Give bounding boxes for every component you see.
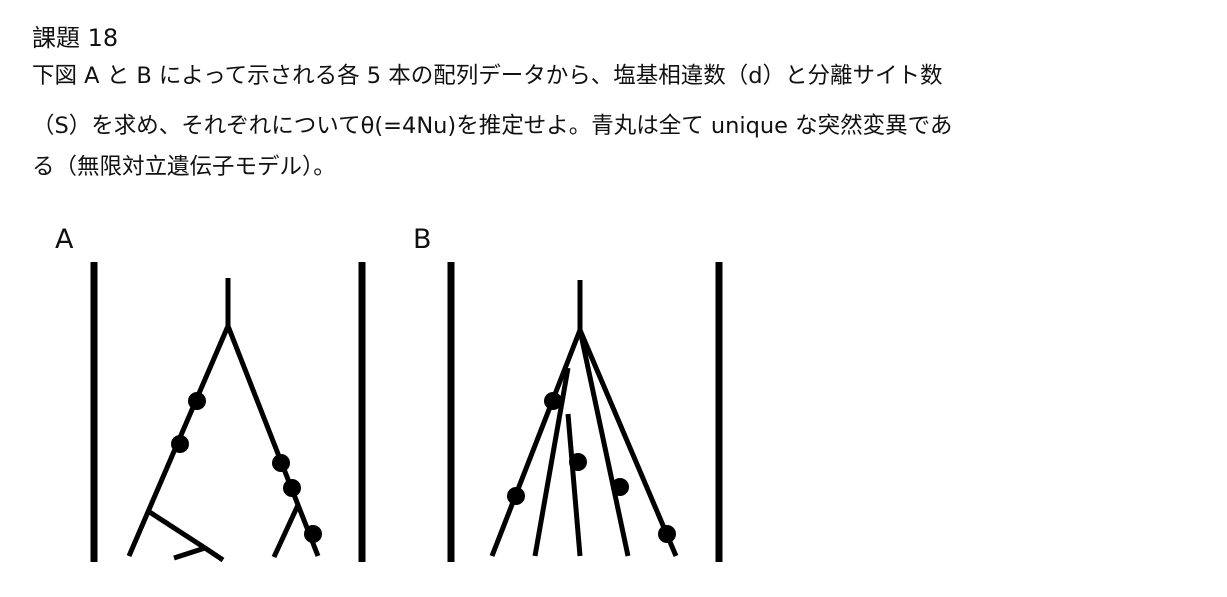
mutation-dot [569,453,587,471]
mutation-dot [658,525,676,543]
genealogy-figure [90,262,723,563]
panel-a-subclade-branch [146,508,207,551]
mutation-dot [283,479,301,497]
mutation-dot [188,392,206,410]
panel-a-tip-branch [203,545,225,563]
panel-a-right-clade-branch [225,325,321,557]
panel-a-tip-branch [271,503,301,559]
panel-a-tip-branch [173,545,206,561]
panel-b-mutations [507,392,676,543]
panel-b-star-branch [577,329,679,557]
mutation-dot [507,487,525,505]
panel-a-mutations [171,392,322,543]
panel-b-tree [447,262,723,562]
panel-b-star-branch [577,329,631,557]
panel-b-star-branch [489,329,583,557]
mutation-dot [611,478,629,496]
mutation-dot [272,454,290,472]
mutation-dot [304,525,322,543]
panel-b-star-branch [565,413,583,557]
mutation-dot [171,435,189,453]
panel-a-tree [90,262,366,563]
mutation-dot [544,392,562,410]
